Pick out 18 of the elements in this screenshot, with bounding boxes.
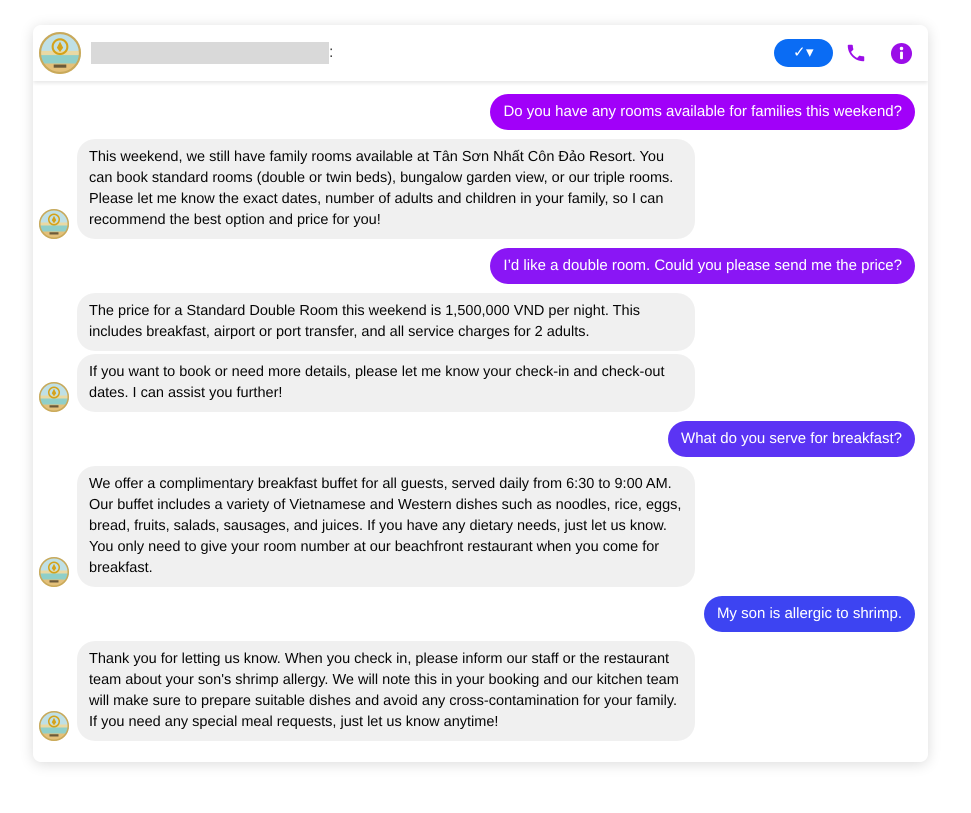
name-separator: : (329, 43, 334, 63)
status-button[interactable]: ✓▾ (774, 39, 833, 67)
resort-logo-avatar (39, 711, 69, 741)
sent-message: Do you have any rooms available for families this weekend? (490, 94, 915, 130)
received-message: If you want to book or need more details, please let me know your check-in and check-out dates. I can assist you further! (77, 354, 695, 412)
info-icon[interactable] (890, 42, 913, 64)
received-message: The price for a Standard Double Room this weekend is 1,500,000 VND per night. This includes breakfast, airport or port transfer, and all service charges for 2 adults. (77, 293, 695, 351)
received-message: We offer a complimentary breakfast buffet for all guests, served daily from 6:30 to 9:00 AM. Our buffet includes a variety of Vietnamese and Western dishes such as noodles, rice, eggs, bread, fruits, salads, sausages, and juices. If you have any dietary needs, just let us know. You only need to give your room number at our beachfront restaurant when you come for breakfast. (77, 466, 695, 587)
phone-icon[interactable] (845, 42, 867, 64)
sent-message: I’d like a double room. Could you please send me the price? (490, 248, 915, 284)
received-message: Thank you for letting us know. When you check in, please inform our staff or the restaurant team about your son's shrimp allergy. We will note this in your booking and our kitchen team will make sure to prepare suitable dishes and avoid any cross-contamination for your family. If you need any special meal requests, just let us know anytime! (77, 641, 695, 741)
resort-logo-avatar (39, 382, 69, 412)
resort-logo-avatar (39, 209, 69, 239)
sent-message: What do you serve for breakfast? (668, 421, 915, 457)
sent-message: My son is allergic to shrimp. (704, 596, 915, 632)
resort-logo-avatar (39, 557, 69, 587)
received-message: This weekend, we still have family rooms available at Tân Sơn Nhất Côn Đảo Resort. You can book standard rooms (double or twin beds), bungalow garden view, or our triple rooms. Please let me know the exact dates, number of adults and children in your family, so I can recommend the best option and price for you! (77, 139, 695, 239)
resort-logo-avatar (39, 32, 81, 74)
